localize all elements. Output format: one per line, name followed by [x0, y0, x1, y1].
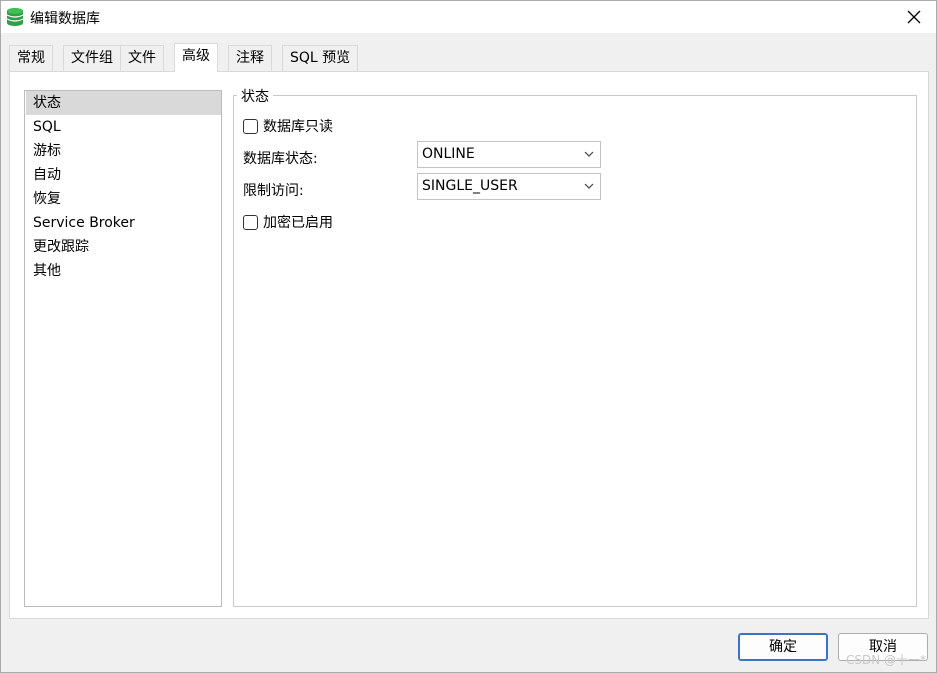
state-label: 数据库状态: — [243, 151, 318, 167]
state-group-title: 状态 — [237, 86, 273, 106]
readonly-checkbox[interactable] — [243, 118, 258, 134]
category-item-change-tracking[interactable]: 更改跟踪 — [26, 235, 221, 259]
tab-comment[interactable]: 注释 — [228, 45, 272, 71]
tab-filegroups[interactable]: 文件组 — [63, 45, 121, 71]
readonly-label: 数据库只读 — [263, 119, 333, 135]
tab-advanced[interactable]: 高级 — [174, 43, 218, 72]
category-list: 状态 SQL 游标 自动 恢复 Service Broker 更改跟踪 其他 — [24, 90, 222, 607]
chevron-down-icon — [584, 151, 594, 157]
category-item-sql[interactable]: SQL — [26, 115, 221, 139]
watermark: CSDN @十一* — [845, 653, 926, 667]
ok-button[interactable]: 确定 — [738, 633, 828, 661]
state-group-box — [233, 95, 917, 607]
advanced-tab-panel: 状态 SQL 游标 自动 恢复 Service Broker 更改跟踪 其他 状… — [9, 71, 929, 619]
encryption-checkbox-row[interactable]: 加密已启用 — [243, 212, 333, 232]
access-select[interactable]: SINGLE_USER — [417, 173, 601, 200]
encryption-checkbox[interactable] — [243, 214, 258, 230]
database-icon — [6, 8, 24, 26]
access-label: 限制访问: — [243, 183, 304, 199]
edit-database-dialog: 编辑数据库 常规 文件组 文件 高级 注释 SQL 预览 状态 SQL 游标 自… — [0, 0, 937, 673]
close-button[interactable] — [892, 1, 936, 33]
category-item-state[interactable]: 状态 — [26, 91, 221, 115]
tab-general[interactable]: 常规 — [9, 45, 53, 71]
category-item-auto[interactable]: 自动 — [26, 163, 221, 187]
tab-sql-preview[interactable]: SQL 预览 — [282, 45, 359, 71]
encryption-label: 加密已启用 — [263, 215, 333, 231]
category-item-cursor[interactable]: 游标 — [26, 139, 221, 163]
access-select-value: SINGLE_USER — [422, 178, 518, 194]
window-title: 编辑数据库 — [30, 11, 100, 27]
category-item-recovery[interactable]: 恢复 — [26, 187, 221, 211]
chevron-down-icon — [584, 183, 594, 189]
state-select[interactable]: ONLINE — [417, 141, 601, 168]
category-item-other[interactable]: 其他 — [26, 259, 221, 283]
category-item-service-broker[interactable]: Service Broker — [26, 211, 221, 235]
title-bar: 编辑数据库 — [1, 1, 936, 33]
state-select-value: ONLINE — [422, 146, 475, 162]
close-icon — [907, 10, 921, 24]
tab-files[interactable]: 文件 — [120, 45, 164, 71]
readonly-checkbox-row[interactable]: 数据库只读 — [243, 116, 333, 136]
